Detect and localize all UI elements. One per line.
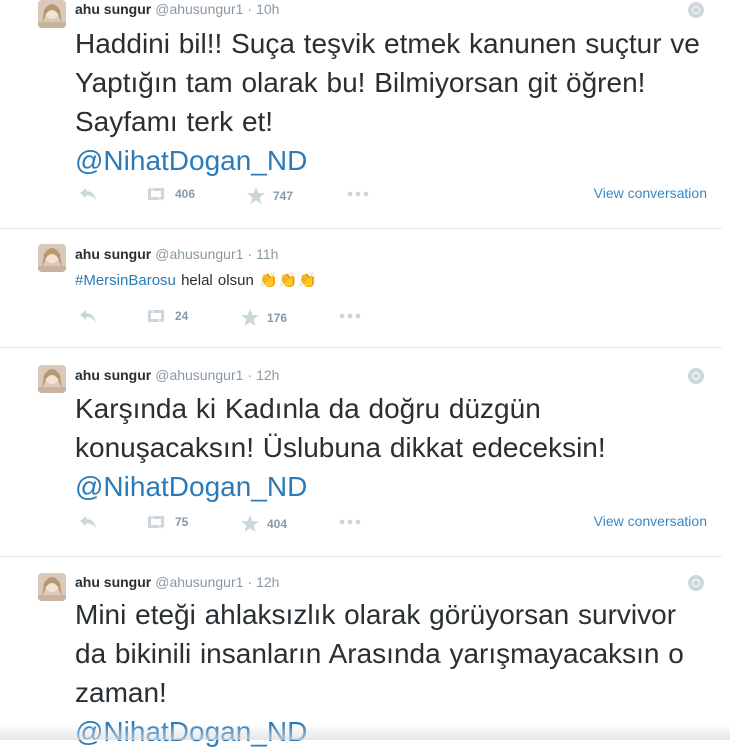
view-conversation-link[interactable]: View conversation (594, 185, 707, 201)
tweet-text: #MersinBarosu helal olsun 👏👏👏 (75, 271, 715, 291)
separator: · (247, 367, 253, 383)
tweet-4[interactable]: ahu sungur @ahusungur1 · 12h Mini eteği ahl… (0, 557, 722, 747)
view-conversation-link[interactable]: View conversation (594, 513, 707, 529)
tweet-1[interactable]: ahu sungur @ahusungur1 · 10h Haddini bil!! … (0, 0, 722, 229)
fullname[interactable]: ahu sungur (75, 367, 151, 383)
fullname[interactable]: ahu sungur (75, 574, 151, 590)
retweet-count: 75 (175, 515, 189, 529)
scroll-fade (0, 724, 730, 740)
star-icon (247, 187, 265, 204)
tweet-header: ahu sungur @ahusungur1 · 11h (75, 246, 278, 262)
tweet-actions: 24 176 (75, 309, 715, 329)
star-icon (241, 309, 259, 326)
globe-icon (688, 2, 704, 18)
tweet-body: helal olsun (181, 272, 254, 289)
more-button[interactable] (347, 191, 369, 197)
favorite-count: 404 (267, 516, 288, 531)
favorite-count: 747 (273, 188, 294, 203)
tweet-text: Haddini bil!! Suça teşvik etmek kanunen … (75, 24, 715, 180)
username[interactable]: @ahusungur1 (155, 574, 243, 590)
hashtag-link[interactable]: #MersinBarosu (75, 272, 176, 289)
more-icon (347, 191, 369, 197)
globe-icon (688, 368, 704, 384)
retweet-button[interactable]: 406 (145, 187, 195, 201)
more-icon (339, 519, 361, 525)
tweet-header: ahu sungur @ahusungur1 · 10h (75, 1, 279, 17)
retweet-count: 24 (175, 309, 189, 323)
fullname[interactable]: ahu sungur (75, 246, 151, 262)
tweet-actions: 406 747 View conversation (75, 185, 715, 207)
tweet-text: Karşında ki Kadınla da doğru düzgün konu… (75, 389, 715, 506)
avatar[interactable] (38, 365, 66, 393)
tweet-actions: 75 404 View conversation (75, 513, 715, 535)
favorite-button[interactable]: 404 (241, 515, 287, 532)
favorite-count: 176 (267, 310, 288, 325)
more-button[interactable] (339, 313, 361, 319)
tweet-header: ahu sungur @ahusungur1 · 12h (75, 367, 279, 383)
retweet-count: 406 (175, 187, 196, 201)
avatar[interactable] (38, 0, 66, 28)
favorite-button[interactable]: 747 (247, 187, 293, 204)
star-icon (241, 515, 259, 532)
avatar[interactable] (38, 244, 66, 272)
retweet-icon (147, 309, 165, 323)
separator: · (247, 1, 253, 17)
more-button[interactable] (339, 519, 361, 525)
retweet-icon (147, 515, 165, 529)
reply-icon (80, 188, 96, 200)
tweet-2[interactable]: ahu sungur @ahusungur1 · 11h #MersinBarosu … (0, 229, 722, 348)
timestamp[interactable]: 11h (256, 246, 278, 262)
reply-button[interactable] (79, 515, 97, 529)
reply-button[interactable] (79, 309, 97, 323)
tweet-3[interactable]: ahu sungur @ahusungur1 · 12h Karşında ki Ka… (0, 348, 722, 557)
timestamp[interactable]: 10h (256, 1, 279, 17)
tweet-body: Mini eteği ahlaksızlık olarak görüyorsan… (75, 599, 684, 708)
username[interactable]: @ahusungur1 (155, 1, 243, 17)
timestamp[interactable]: 12h (256, 574, 279, 590)
tweet-body: Haddini bil!! Suça teşvik etmek kanunen … (75, 28, 700, 137)
reply-button[interactable] (79, 187, 97, 201)
timestamp[interactable]: 12h (256, 367, 279, 383)
favorite-button[interactable]: 176 (241, 309, 287, 326)
separator: · (247, 574, 253, 590)
more-icon (339, 313, 361, 319)
mention-link[interactable]: @NihatDogan_ND (75, 145, 307, 176)
tweet-header: ahu sungur @ahusungur1 · 12h (75, 574, 279, 590)
username[interactable]: @ahusungur1 (155, 246, 243, 262)
fullname[interactable]: ahu sungur (75, 1, 151, 17)
globe-icon (688, 575, 704, 591)
tweet-body: Karşında ki Kadınla da doğru düzgün konu… (75, 393, 606, 463)
mention-link[interactable]: @NihatDogan_ND (75, 471, 307, 502)
reply-icon (80, 310, 96, 322)
retweet-icon (147, 187, 165, 201)
username[interactable]: @ahusungur1 (155, 367, 243, 383)
clapping-hands-emoji: 👏👏👏 (258, 272, 318, 289)
reply-icon (80, 516, 96, 528)
retweet-button[interactable]: 75 (145, 515, 188, 529)
retweet-button[interactable]: 24 (145, 309, 188, 323)
avatar[interactable] (38, 573, 66, 601)
separator: · (247, 246, 253, 262)
